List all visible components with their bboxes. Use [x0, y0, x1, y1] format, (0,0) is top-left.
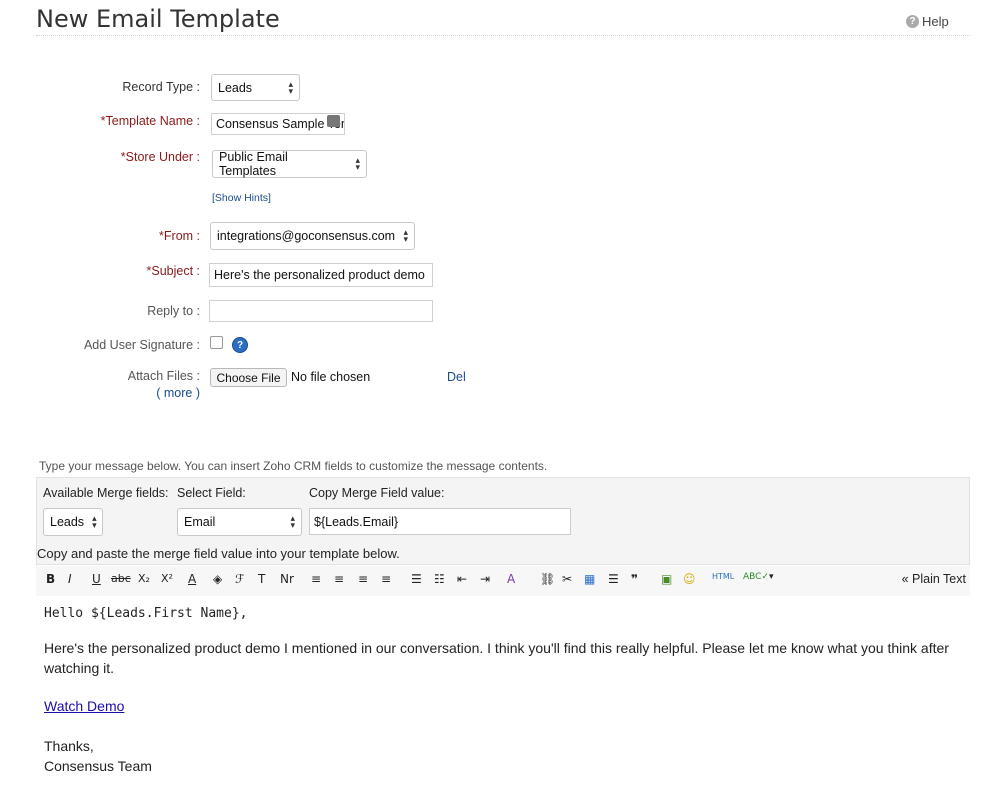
record-type-value: Leads: [218, 80, 253, 95]
merge-intro: Type your message below. You can insert …: [39, 459, 548, 473]
help-label: Help: [922, 14, 949, 29]
help-link[interactable]: ? Help: [906, 14, 949, 29]
available-merge-value: Leads: [50, 515, 85, 529]
align-center-icon[interactable]: ≡: [334, 572, 344, 586]
highlight-icon[interactable]: ◈: [213, 572, 222, 586]
add-signature-label: Add User Signature :: [83, 338, 200, 352]
file-status: No file chosen: [291, 370, 371, 384]
indent-icon[interactable]: ⇥: [480, 572, 490, 586]
italic-icon[interactable]: I: [68, 572, 72, 586]
copy-merge-label: Copy Merge Field value:: [309, 486, 445, 500]
help-icon: ?: [906, 15, 919, 28]
select-arrows-icon: ▴ ▾: [290, 513, 295, 530]
html-icon[interactable]: HTML: [712, 572, 734, 581]
greeting-line: Hello ${Leads.First Name},: [44, 606, 248, 621]
available-merge-select[interactable]: Leads ▴ ▾: [43, 508, 103, 536]
bullet-list-icon[interactable]: ☰: [411, 572, 422, 586]
select-field-label: Select Field:: [177, 486, 246, 500]
emoji-icon[interactable]: ☺: [683, 572, 696, 586]
numbered-list-icon[interactable]: ☷: [434, 572, 445, 586]
unlink-icon[interactable]: ✂: [562, 572, 572, 586]
header-divider: [36, 35, 970, 36]
more-tools-chevron-down-icon[interactable]: ▾: [769, 572, 774, 582]
store-under-value: Public Email Templates: [219, 150, 288, 178]
superscript-icon[interactable]: X²: [161, 572, 173, 585]
select-arrows-icon: ▴ ▾: [403, 227, 408, 244]
signoff-line: Consensus Team: [44, 758, 152, 774]
body-paragraph: Here's the personalized product demo I m…: [44, 640, 949, 676]
template-name-value: Consensus Sample Ten: [216, 117, 345, 131]
font-size-icon[interactable]: T: [258, 572, 265, 586]
table-icon[interactable]: ▦: [584, 572, 595, 586]
template-name-label: *Template Name :: [100, 114, 200, 128]
font-color-icon[interactable]: A: [188, 572, 196, 586]
from-label: *From :: [159, 229, 200, 243]
subject-label: *Subject :: [146, 264, 200, 278]
horizontal-rule-icon[interactable]: ☰: [608, 572, 619, 586]
reply-to-input[interactable]: [209, 300, 433, 322]
editor-toolbar: B I U abc X₂ X² A ◈ ℱ T Nr ≡ ≡ ≡ ≡ ☰ ☷ ⇤…: [36, 566, 970, 596]
reply-to-label: Reply to :: [147, 304, 200, 318]
store-under-select[interactable]: Public Email Templates ▴ ▾: [212, 150, 367, 178]
add-signature-checkbox[interactable]: [210, 336, 223, 349]
align-right-icon[interactable]: ≡: [358, 572, 368, 586]
record-type-label: Record Type :: [122, 80, 200, 94]
quote-icon[interactable]: ❞: [631, 572, 638, 586]
watch-demo-link[interactable]: Watch Demo: [44, 698, 124, 714]
store-under-label: *Store Under :: [120, 150, 200, 164]
signature-help-icon[interactable]: ?: [232, 337, 248, 353]
thanks-line: Thanks,: [44, 738, 94, 754]
select-field-select[interactable]: Email ▴ ▾: [177, 508, 302, 536]
subject-input[interactable]: Here's the personalized product demo: [209, 263, 433, 287]
select-arrows-icon: ▴ ▾: [92, 513, 97, 530]
link-icon[interactable]: ⛓: [540, 572, 555, 586]
attach-files-label: Attach Files :: [127, 369, 200, 383]
copy-merge-input[interactable]: ${Leads.Email}: [309, 508, 571, 535]
insert-image-icon[interactable]: ▣: [661, 572, 672, 586]
from-select[interactable]: integrations@goconsensus.com ▴ ▾: [210, 222, 415, 250]
record-type-select[interactable]: Leads ▴ ▾: [211, 74, 300, 101]
available-merge-label: Available Merge fields:: [43, 486, 169, 500]
page-title: New Email Template: [36, 5, 280, 33]
more-attachments-link[interactable]: ( more ): [0, 386, 200, 400]
show-hints-link[interactable]: [Show Hints]: [212, 192, 271, 204]
strikethrough-icon[interactable]: abc: [111, 572, 131, 585]
subject-value: Here's the personalized product demo: [214, 268, 425, 282]
from-value: integrations@goconsensus.com: [217, 229, 396, 243]
align-left-icon[interactable]: ≡: [311, 572, 321, 586]
delete-attachment-link[interactable]: Del: [447, 370, 466, 384]
bold-icon[interactable]: B: [46, 572, 55, 586]
select-arrows-icon: ▴ ▾: [355, 155, 360, 172]
spell-check-icon[interactable]: ABC✓: [743, 572, 769, 582]
underline-icon[interactable]: U: [92, 572, 101, 586]
plain-text-toggle[interactable]: « Plain Text: [902, 572, 966, 586]
select-field-value: Email: [184, 515, 216, 529]
field-resize-icon[interactable]: [327, 115, 340, 127]
copy-merge-value: ${Leads.Email}: [314, 514, 399, 529]
normal-text-icon[interactable]: Nr: [280, 572, 294, 586]
subscript-icon[interactable]: X₂: [138, 572, 150, 585]
justify-icon[interactable]: ≡: [381, 572, 391, 586]
outdent-icon[interactable]: ⇤: [457, 572, 467, 586]
font-family-icon[interactable]: ℱ: [235, 572, 244, 586]
template-name-input[interactable]: Consensus Sample Ten: [211, 113, 345, 135]
select-arrows-icon: ▴ ▾: [288, 78, 293, 96]
clear-format-icon[interactable]: A: [507, 572, 515, 586]
merge-note: Copy and paste the merge field value int…: [37, 546, 400, 561]
choose-file-button[interactable]: Choose File: [210, 368, 287, 387]
